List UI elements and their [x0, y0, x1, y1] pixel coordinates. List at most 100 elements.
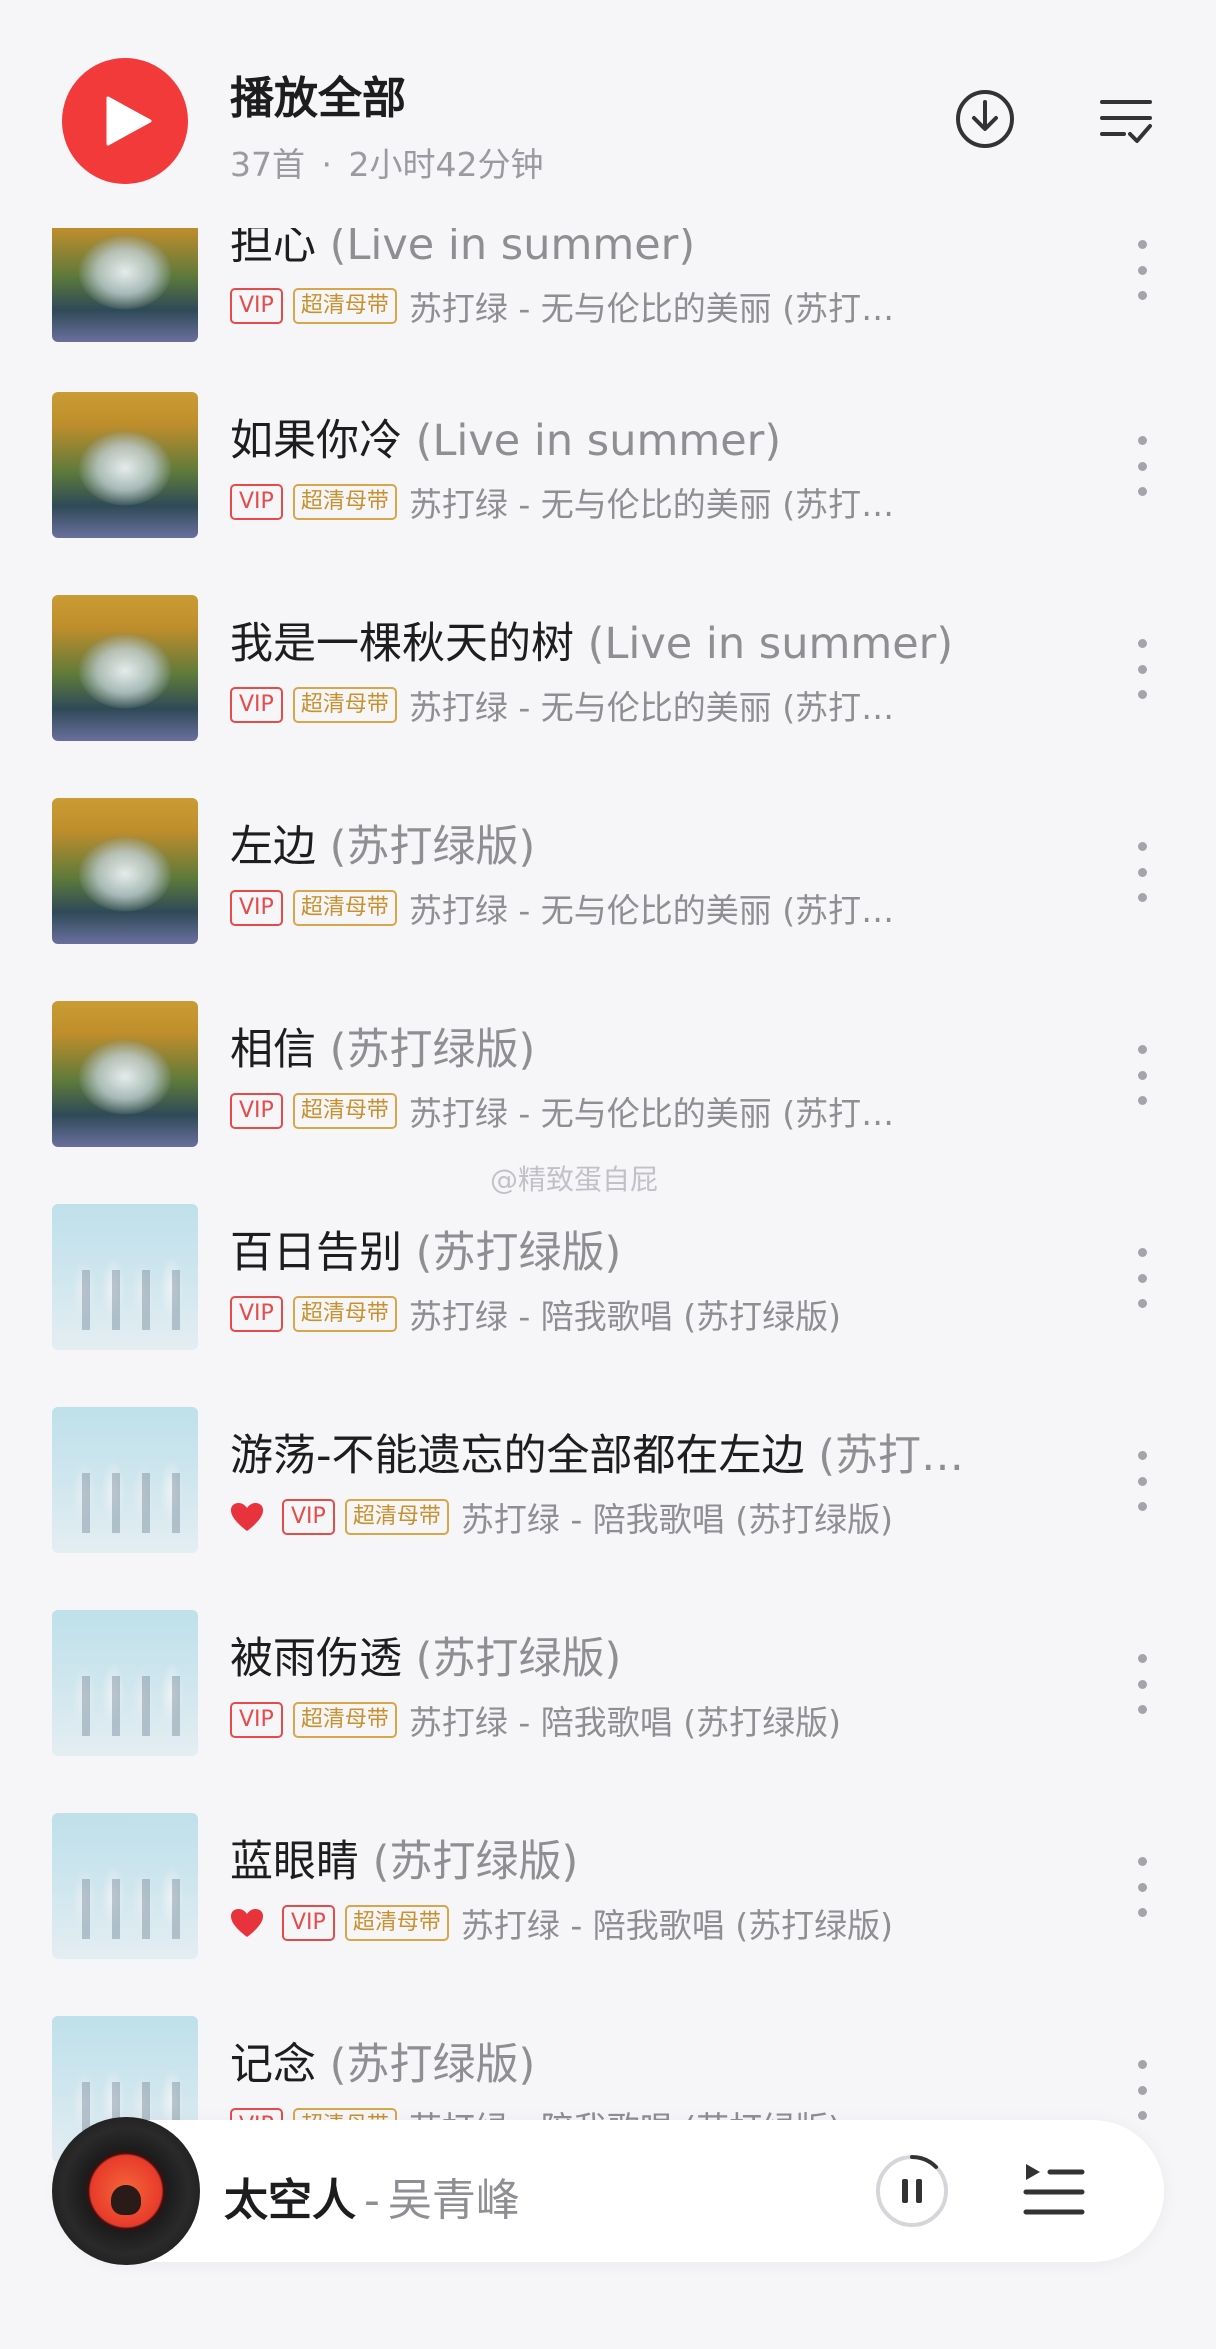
- song-meta: VIP 超清母带 苏打绿 - 陪我歌唱 (苏打绿版): [230, 1899, 950, 1947]
- song-name: 百日告别: [230, 1228, 402, 1278]
- liked-heart-icon[interactable]: [230, 1502, 264, 1532]
- song-meta: VIP 超清母带 苏打绿 - 无与伦比的美丽 (苏打…: [230, 884, 950, 932]
- song-row[interactable]: 游荡-不能遗忘的全部都在左边 (苏打… VIP 超清母带 苏打绿 - 陪我歌唱 …: [0, 1407, 1216, 1610]
- vip-badge: VIP: [230, 1093, 283, 1129]
- quality-badge: 超清母带: [292, 288, 397, 324]
- song-title: 蓝眼睛 (苏打绿版): [230, 1827, 1010, 1889]
- song-cover: [52, 1204, 198, 1350]
- play-all-button[interactable]: [62, 58, 188, 184]
- liked-heart-icon[interactable]: [230, 1908, 264, 1938]
- vip-badge: VIP: [230, 1702, 283, 1738]
- song-meta: VIP 超清母带 苏打绿 - 无与伦比的美丽 (苏打…: [230, 681, 950, 729]
- song-row[interactable]: 被雨伤透 (苏打绿版) VIP 超清母带 苏打绿 - 陪我歌唱 (苏打绿版): [0, 1610, 1216, 1813]
- song-meta: VIP 超清母带 苏打绿 - 陪我歌唱 (苏打绿版): [230, 1493, 950, 1541]
- now-playing-song: 太空人: [224, 2175, 356, 2226]
- song-cover: [52, 1610, 198, 1756]
- download-icon[interactable]: [954, 88, 1016, 150]
- song-row[interactable]: 左边 (苏打绿版) VIP 超清母带 苏打绿 - 无与伦比的美丽 (苏打…: [0, 798, 1216, 1001]
- song-name: 被雨伤透: [230, 1634, 402, 1684]
- song-cover: [52, 595, 198, 741]
- song-meta: VIP 超清母带 苏打绿 - 无与伦比的美丽 (苏打…: [230, 478, 950, 526]
- song-title: 被雨伤透 (苏打绿版): [230, 1624, 1010, 1686]
- playlist-queue-icon[interactable]: [1020, 2160, 1086, 2222]
- song-version: (Live in summer): [415, 416, 782, 466]
- more-options-icon[interactable]: [1132, 240, 1152, 300]
- song-title: 百日告别 (苏打绿版): [230, 1218, 1010, 1280]
- song-artist-album: 苏打绿 - 无与伦比的美丽 (苏打…: [408, 891, 895, 930]
- song-cover: [52, 1813, 198, 1959]
- playlist-header: 播放全部 37首 · 2小时42分钟: [0, 0, 1216, 228]
- quality-badge: 超清母带: [292, 890, 397, 926]
- play-icon: [106, 96, 152, 146]
- song-title: 游荡-不能遗忘的全部都在左边 (苏打…: [230, 1421, 1010, 1483]
- song-meta: VIP 超清母带 苏打绿 - 无与伦比的美丽 (苏打…: [230, 1087, 950, 1135]
- quality-badge: 超清母带: [292, 484, 397, 520]
- song-version: (苏打绿版): [415, 1228, 622, 1278]
- vip-badge: VIP: [230, 1296, 283, 1332]
- song-artist-album: 苏打绿 - 无与伦比的美丽 (苏打…: [408, 688, 895, 727]
- pause-icon[interactable]: [874, 2153, 950, 2229]
- song-artist-album: 苏打绿 - 陪我歌唱 (苏打绿版): [460, 1500, 893, 1539]
- song-row[interactable]: 蓝眼睛 (苏打绿版) VIP 超清母带 苏打绿 - 陪我歌唱 (苏打绿版): [0, 1813, 1216, 2016]
- more-options-icon[interactable]: [1132, 2060, 1152, 2120]
- song-version: (苏打绿版): [329, 1025, 536, 1075]
- more-options-icon[interactable]: [1132, 436, 1152, 496]
- more-options-icon[interactable]: [1132, 639, 1152, 699]
- track-count: 37首: [230, 145, 305, 184]
- song-artist-album: 苏打绿 - 陪我歌唱 (苏打绿版): [408, 1297, 841, 1336]
- watermark: @精致蛋自屁: [490, 1163, 659, 1196]
- now-playing-title[interactable]: 太空人 - 吴青峰: [224, 2164, 520, 2228]
- quality-badge: 超清母带: [292, 1296, 397, 1332]
- more-options-icon[interactable]: [1132, 1654, 1152, 1714]
- song-version: (苏打绿版): [415, 1634, 622, 1684]
- song-title: 左边 (苏打绿版): [230, 812, 1010, 874]
- song-cover: [52, 392, 198, 538]
- vip-badge: VIP: [230, 687, 283, 723]
- song-meta: VIP 超清母带 苏打绿 - 陪我歌唱 (苏打绿版): [230, 1290, 950, 1338]
- song-cover: [52, 1001, 198, 1147]
- vip-badge: VIP: [230, 890, 283, 926]
- song-title: 记念 (苏打绿版): [230, 2030, 1010, 2092]
- song-version: (苏打绿版): [329, 2040, 536, 2090]
- song-artist-album: 苏打绿 - 陪我歌唱 (苏打绿版): [408, 1703, 841, 1742]
- song-artist-album: 苏打绿 - 无与伦比的美丽 (苏打…: [408, 289, 895, 328]
- more-options-icon[interactable]: [1132, 1857, 1152, 1917]
- song-name: 记念: [230, 2040, 316, 2090]
- quality-badge: 超清母带: [344, 1905, 449, 1941]
- song-version: (苏打绿版): [329, 822, 536, 872]
- more-options-icon[interactable]: [1132, 842, 1152, 902]
- song-title: 我是一棵秋天的树 (Live in summer): [230, 609, 1010, 671]
- song-version: (苏打绿版): [372, 1837, 579, 1887]
- play-all-label[interactable]: 播放全部: [230, 62, 406, 126]
- now-playing-cover[interactable]: [52, 2117, 200, 2265]
- song-name: 相信: [230, 1025, 316, 1075]
- song-title: 如果你冷 (Live in summer): [230, 406, 1010, 468]
- song-version: (苏打…: [818, 1431, 964, 1481]
- song-artist-album: 苏打绿 - 陪我歌唱 (苏打绿版): [460, 1906, 893, 1945]
- total-duration: 2小时42分钟: [348, 145, 544, 184]
- quality-badge: 超清母带: [292, 1093, 397, 1129]
- playlist-summary: 37首 · 2小时42分钟: [230, 138, 544, 186]
- song-meta: VIP 超清母带 苏打绿 - 无与伦比的美丽 (苏打…: [230, 282, 950, 330]
- quality-badge: 超清母带: [344, 1499, 449, 1535]
- more-options-icon[interactable]: [1132, 1248, 1152, 1308]
- quality-badge: 超清母带: [292, 687, 397, 723]
- song-title: 相信 (苏打绿版): [230, 1015, 1010, 1077]
- now-playing-separator: -: [364, 2175, 380, 2226]
- more-options-icon[interactable]: [1132, 1045, 1152, 1105]
- multi-select-icon[interactable]: [1098, 96, 1154, 148]
- song-version: (Live in summer): [587, 619, 954, 669]
- song-row[interactable]: 我是一棵秋天的树 (Live in summer) VIP 超清母带 苏打绿 -…: [0, 595, 1216, 798]
- song-meta: VIP 超清母带 苏打绿 - 陪我歌唱 (苏打绿版): [230, 1696, 950, 1744]
- song-name: 我是一棵秋天的树: [230, 619, 574, 669]
- song-name: 游荡-不能遗忘的全部都在左边: [230, 1431, 805, 1481]
- quality-badge: 超清母带: [292, 1702, 397, 1738]
- vip-badge: VIP: [230, 288, 283, 324]
- mini-player[interactable]: 太空人 - 吴青峰: [52, 2117, 1164, 2265]
- vip-badge: VIP: [282, 1499, 335, 1535]
- song-artist-album: 苏打绿 - 无与伦比的美丽 (苏打…: [408, 1094, 895, 1133]
- more-options-icon[interactable]: [1132, 1451, 1152, 1511]
- song-row[interactable]: 如果你冷 (Live in summer) VIP 超清母带 苏打绿 - 无与伦…: [0, 392, 1216, 595]
- song-row[interactable]: 百日告别 (苏打绿版) VIP 超清母带 苏打绿 - 陪我歌唱 (苏打绿版): [0, 1204, 1216, 1407]
- vip-badge: VIP: [230, 484, 283, 520]
